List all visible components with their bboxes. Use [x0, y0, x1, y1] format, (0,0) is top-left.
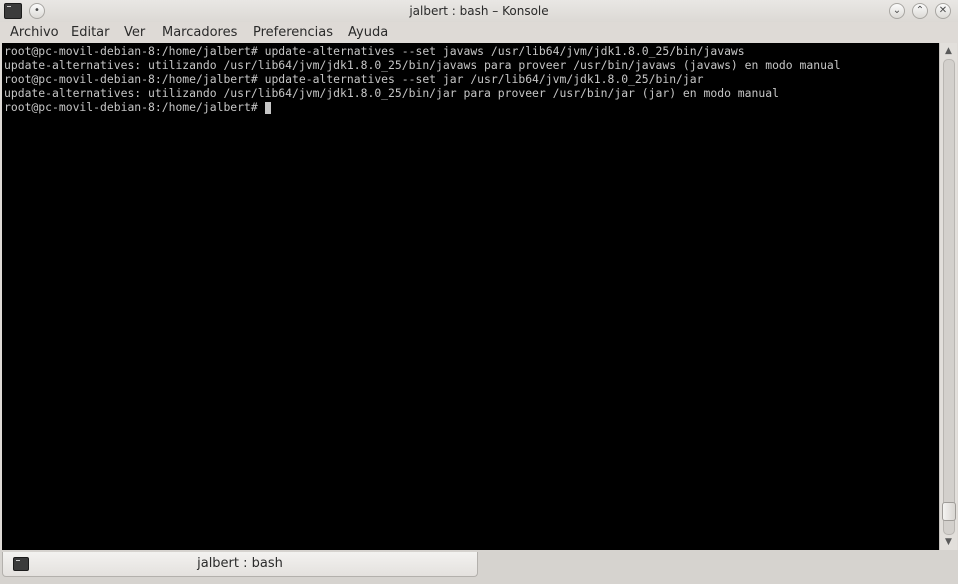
menu-preferencias[interactable]: Preferencias: [253, 22, 333, 43]
window-titlebar[interactable]: • jalbert : bash – Konsole ⌄ ⌃ ✕: [0, 0, 958, 22]
terminal-scrollbar[interactable]: ▲ ▼: [939, 43, 957, 550]
scroll-down-arrow-icon[interactable]: ▼: [940, 535, 957, 549]
terminal-line: update-alternatives: utilizando /usr/lib…: [4, 58, 841, 72]
terminal-output[interactable]: root@pc-movil-debian-8:/home/jalbert# up…: [2, 43, 939, 550]
terminal-line: root@pc-movil-debian-8:/home/jalbert# up…: [4, 44, 745, 58]
menu-archivo[interactable]: Archivo: [10, 22, 59, 43]
menubar: Archivo Editar Ver Marcadores Preferenci…: [0, 22, 958, 43]
menu-marcadores[interactable]: Marcadores: [162, 22, 237, 43]
scroll-thumb[interactable]: [942, 502, 956, 521]
maximize-icon: ⌃: [915, 5, 925, 16]
minimize-button[interactable]: ⌄: [889, 3, 905, 19]
menu-ver[interactable]: Ver: [124, 22, 145, 43]
tab-bar: jalbert : bash: [0, 550, 958, 584]
scroll-up-arrow-icon[interactable]: ▲: [940, 44, 957, 58]
tab-label: jalbert : bash: [197, 556, 283, 571]
maximize-button[interactable]: ⌃: [912, 3, 928, 19]
terminal-prompt: root@pc-movil-debian-8:/home/jalbert#: [4, 100, 265, 114]
text-cursor: [265, 102, 271, 114]
minimize-icon: ⌄: [892, 5, 902, 16]
close-icon: ✕: [938, 5, 948, 16]
tab-jalbert-bash[interactable]: jalbert : bash: [2, 552, 478, 577]
terminal-line: root@pc-movil-debian-8:/home/jalbert# up…: [4, 72, 704, 86]
menu-editar[interactable]: Editar: [71, 22, 110, 43]
close-button[interactable]: ✕: [935, 3, 951, 19]
terminal-line: update-alternatives: utilizando /usr/lib…: [4, 86, 779, 100]
window-title: jalbert : bash – Konsole: [409, 4, 549, 18]
scroll-track[interactable]: [943, 59, 955, 535]
menu-ayuda[interactable]: Ayuda: [348, 22, 388, 43]
